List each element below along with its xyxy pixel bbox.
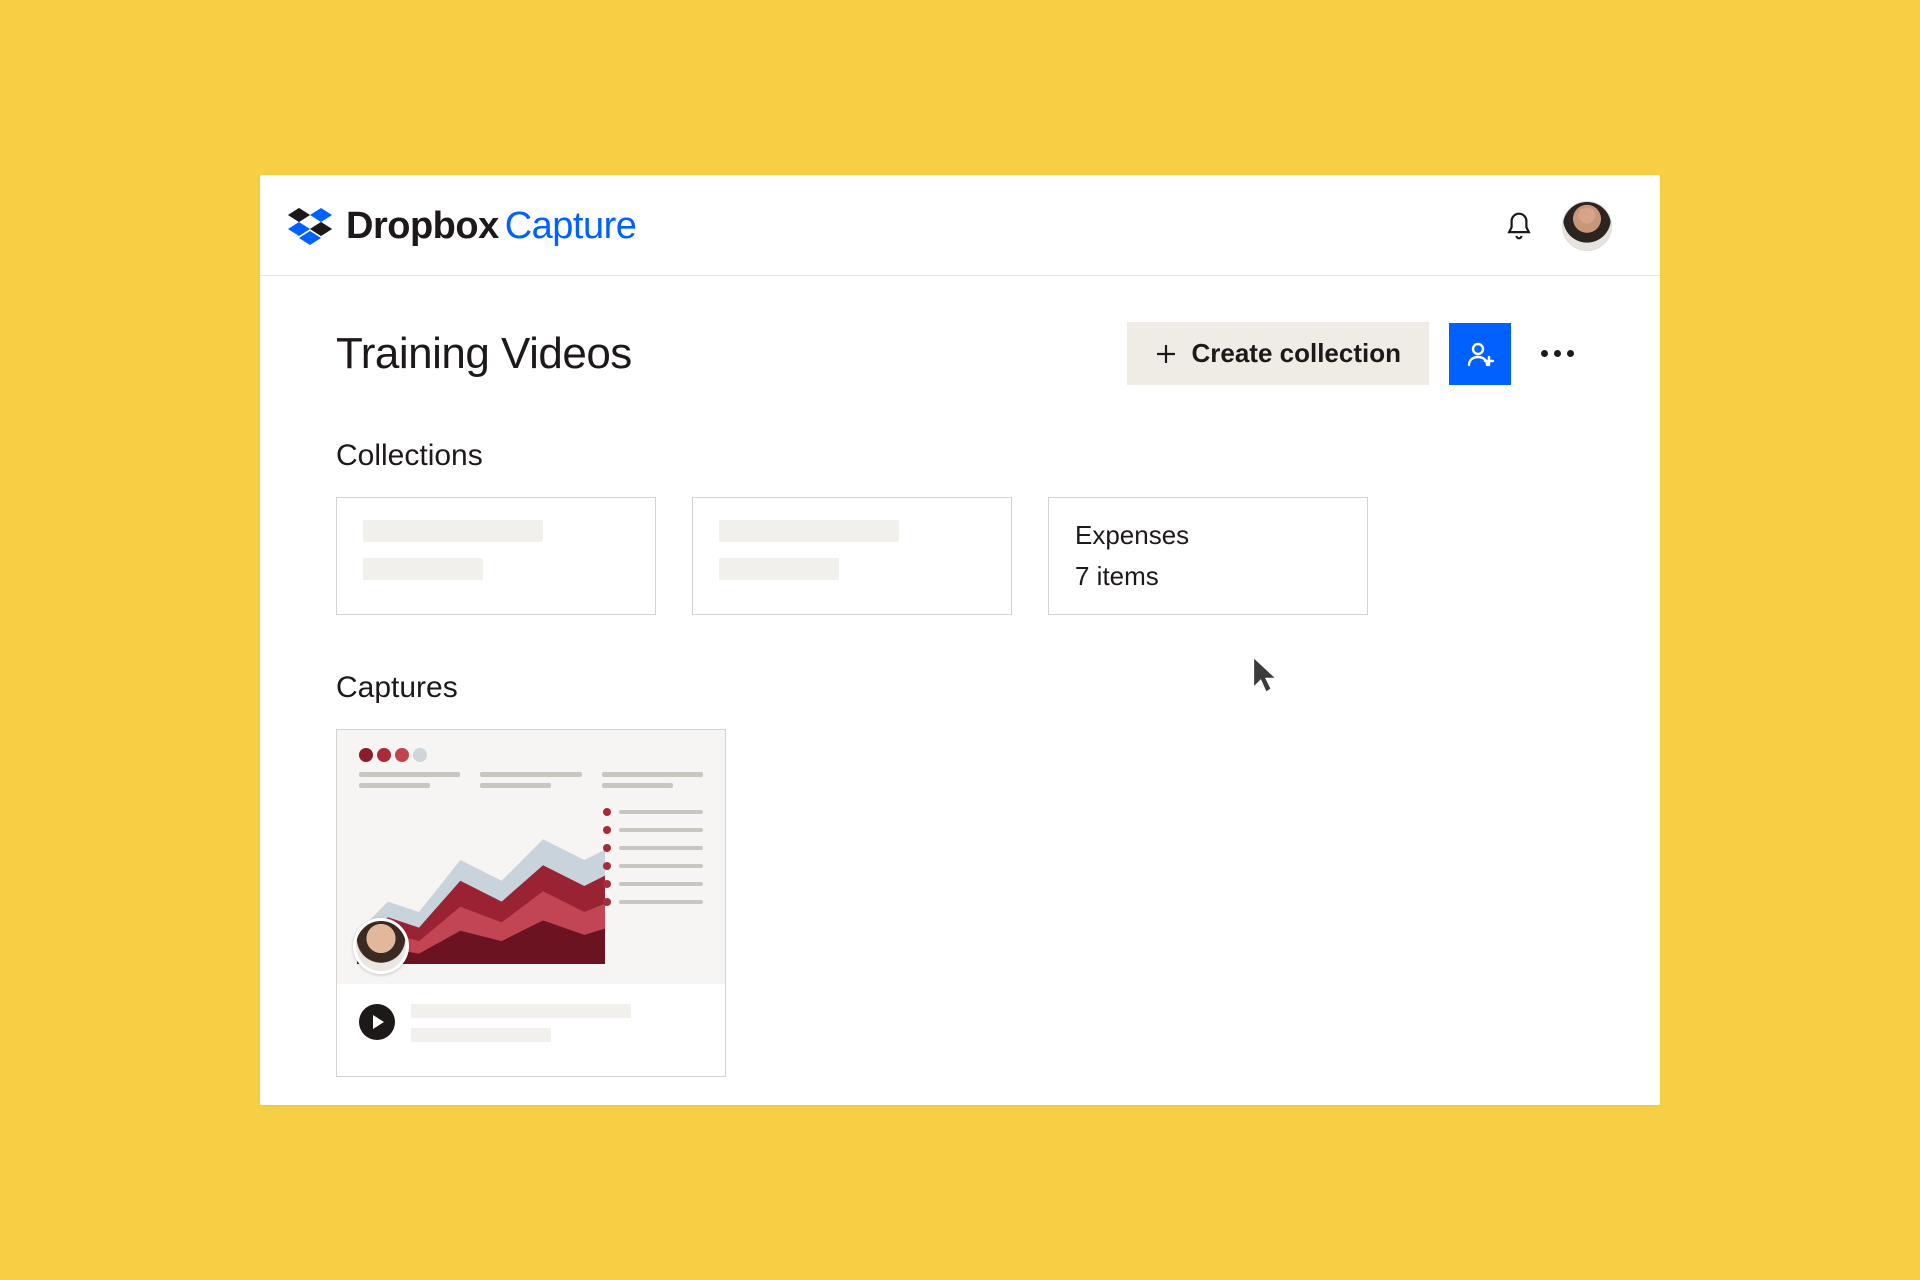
thumb-header-lines	[359, 772, 703, 794]
person-add-icon	[1465, 339, 1495, 369]
thumb-bullet-list	[603, 808, 703, 916]
notifications-icon[interactable]	[1504, 210, 1534, 242]
plus-icon	[1155, 343, 1177, 365]
capture-meta-placeholder	[411, 1004, 703, 1052]
collections-list: Expenses 7 items	[336, 497, 1584, 615]
placeholder-line	[363, 520, 543, 542]
header-actions	[1504, 201, 1612, 251]
presenter-avatar	[353, 918, 409, 974]
create-collection-button[interactable]: Create collection	[1127, 322, 1429, 385]
title-actions: Create collection	[1127, 322, 1584, 385]
collection-meta: 7 items	[1075, 561, 1341, 592]
create-collection-label: Create collection	[1191, 338, 1401, 369]
capture-thumbnail	[337, 730, 725, 984]
share-button[interactable]	[1449, 323, 1511, 385]
brand-text: DropboxCapture	[346, 205, 636, 248]
play-icon	[359, 1004, 395, 1040]
brand: DropboxCapture	[288, 205, 636, 248]
capture-footer	[337, 984, 725, 1076]
app-window: DropboxCapture Training Videos	[260, 175, 1660, 1105]
dropbox-logo-icon	[288, 206, 332, 246]
title-row: Training Videos Create collection	[336, 322, 1584, 385]
capture-card[interactable]	[336, 729, 726, 1077]
user-avatar[interactable]	[1562, 201, 1612, 251]
app-header: DropboxCapture	[260, 175, 1660, 276]
collections-heading: Collections	[336, 439, 1584, 473]
collection-card-placeholder[interactable]	[336, 497, 656, 615]
placeholder-line	[719, 558, 839, 580]
main-content: Training Videos Create collection	[260, 276, 1660, 1105]
brand-product: Capture	[505, 205, 637, 247]
thumb-legend-dots	[359, 748, 703, 762]
collection-card-expenses[interactable]: Expenses 7 items	[1048, 497, 1368, 615]
placeholder-line	[719, 520, 899, 542]
collection-card-placeholder[interactable]	[692, 497, 1012, 615]
collection-name: Expenses	[1075, 520, 1341, 551]
more-options-button[interactable]	[1531, 340, 1584, 367]
captures-heading: Captures	[336, 671, 1584, 705]
page-title: Training Videos	[336, 329, 632, 379]
brand-name: Dropbox	[346, 205, 499, 247]
placeholder-line	[363, 558, 483, 580]
